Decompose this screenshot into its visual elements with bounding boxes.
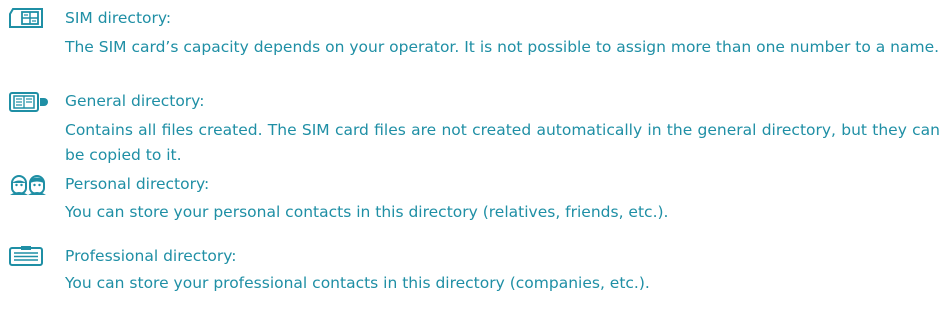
professional-directory-description: You can store your professional contacts…	[65, 274, 650, 292]
general-directory-icon	[8, 91, 50, 115]
personal-contacts-icon	[8, 174, 50, 198]
personal-directory-description: You can store your personal contacts in …	[65, 203, 669, 221]
sim-directory-title: SIM directory:	[65, 9, 172, 27]
personal-directory-title: Personal directory:	[65, 175, 210, 193]
professional-directory-title: Professional directory:	[65, 247, 237, 265]
general-directory-title: General directory:	[65, 92, 205, 110]
sim-directory-description: The SIM card’s capacity depends on your …	[65, 38, 940, 56]
general-directory-description: Contains all files created. The SIM card…	[65, 121, 940, 164]
professional-directory-icon	[8, 245, 50, 269]
sim-card-icon	[8, 7, 50, 31]
